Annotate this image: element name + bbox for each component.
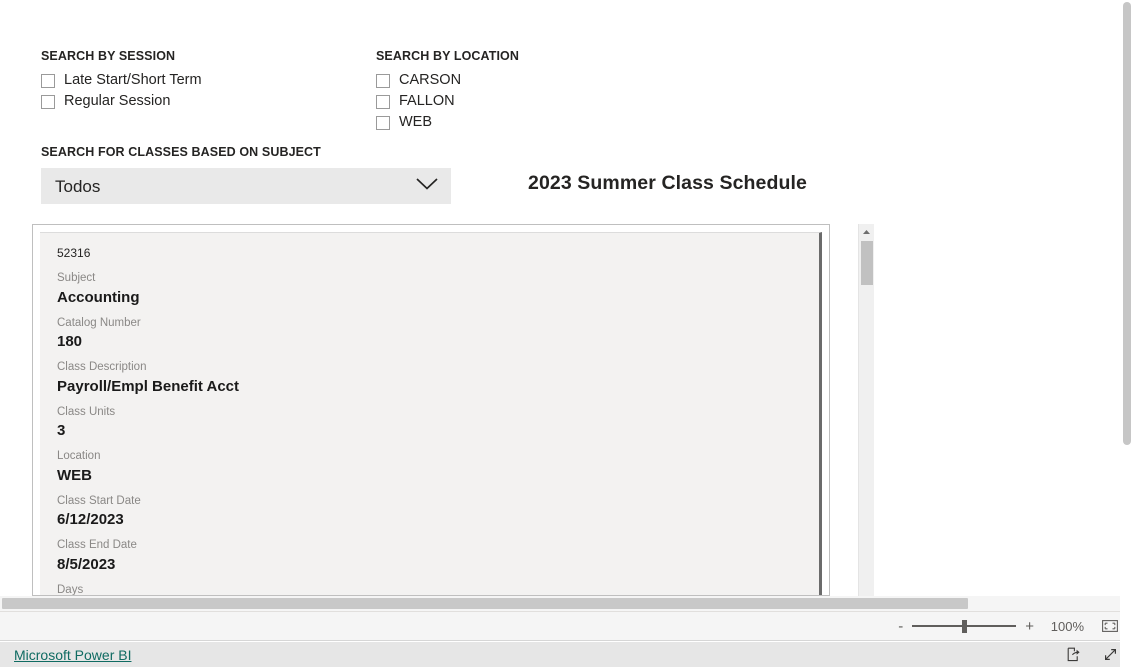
field-label: Class Description [57, 361, 147, 373]
location-slicer-items: CARSON FALLON WEB [376, 70, 519, 133]
slicer-item-fallon[interactable]: FALLON [376, 91, 519, 112]
subject-slicer: SEARCH FOR CLASSES BASED ON SUBJECT Todo… [41, 145, 451, 204]
class-card-field: Catalog Number 180 [57, 316, 819, 350]
field-value: 8/5/2023 [57, 555, 116, 573]
field-label: Location [57, 450, 101, 462]
field-value: 3 [57, 422, 66, 439]
field-value: 6/12/2023 [57, 511, 124, 528]
chevron-down-icon [415, 177, 439, 196]
share-icon[interactable] [1066, 647, 1081, 662]
footer: Microsoft Power BI [0, 642, 1134, 667]
page-title: 2023 Summer Class Schedule [528, 172, 807, 194]
field-label: Catalog Number [57, 316, 141, 329]
zoom-out-button[interactable]: - [898, 619, 903, 634]
slicer-item-label: Late Start/Short Term [64, 72, 202, 89]
field-value: Accounting [57, 288, 140, 306]
class-card: 52316 Subject Accounting Catalog Number … [40, 232, 822, 595]
checkbox-web[interactable] [376, 115, 390, 130]
location-slicer: SEARCH BY LOCATION CARSON FALLON WEB [376, 49, 519, 133]
fullscreen-icon[interactable] [1103, 647, 1118, 662]
subject-dropdown[interactable]: Todos [41, 168, 451, 204]
power-bi-link[interactable]: Microsoft Power BI [14, 648, 131, 662]
class-card-field: Class Description Payroll/Empl Benefit A… [57, 361, 819, 395]
field-label: Class Units [57, 405, 116, 418]
status-bar: - + 100% [0, 611, 1134, 641]
field-value: WEB [57, 466, 92, 484]
checkbox-regular-session[interactable] [41, 94, 55, 109]
field-label: Subject [57, 272, 96, 284]
fit-to-screen-button[interactable] [1102, 619, 1118, 633]
class-card-field: Class Start Date 6/12/2023 [57, 494, 819, 528]
class-card-field: Days N/A [57, 583, 819, 595]
field-value: Payroll/Empl Benefit Acct [57, 377, 239, 395]
browser-scrollbar[interactable] [1120, 0, 1134, 667]
class-card-field: Location WEB [57, 450, 819, 484]
card-vertical-scrollbar[interactable] [858, 224, 874, 596]
checkbox-carson[interactable] [376, 73, 390, 88]
session-slicer-items: Late Start/Short Term Regular Session [41, 70, 202, 112]
slicer-item-label: WEB [399, 114, 433, 131]
field-label: Days [57, 583, 84, 595]
slicer-item-regular-session[interactable]: Regular Session [41, 91, 202, 112]
session-slicer: SEARCH BY SESSION Late Start/Short Term … [41, 49, 202, 112]
location-slicer-header: SEARCH BY LOCATION [376, 49, 520, 63]
class-card-id: 52316 [57, 246, 91, 260]
subject-slicer-header: SEARCH FOR CLASSES BASED ON SUBJECT [41, 145, 321, 159]
checkbox-late-start-short-term[interactable] [41, 73, 55, 88]
zoom-level-label: 100% [1050, 618, 1084, 634]
card-vertical-scrollbar-thumb[interactable] [861, 241, 873, 285]
session-slicer-header: SEARCH BY SESSION [41, 49, 176, 63]
field-value: 180 [57, 333, 83, 350]
zoom-slider[interactable] [912, 619, 1017, 633]
class-card-field: Class Units 3 [57, 405, 819, 439]
slicer-item-carson[interactable]: CARSON [376, 70, 519, 91]
page-horizontal-scrollbar[interactable] [0, 596, 1120, 611]
field-label: Class Start Date [57, 494, 141, 507]
checkbox-fallon[interactable] [376, 94, 390, 109]
slicer-item-label: FALLON [399, 93, 455, 110]
slicer-item-late-start-short-term[interactable]: Late Start/Short Term [41, 70, 202, 91]
slicer-item-web[interactable]: WEB [376, 112, 519, 133]
page-horizontal-scrollbar-thumb[interactable] [2, 598, 968, 609]
zoom-in-button[interactable]: + [1025, 619, 1034, 634]
field-label: Class End Date [57, 539, 137, 551]
slicer-item-label: Regular Session [64, 93, 171, 110]
class-card-field: Class End Date 8/5/2023 [57, 539, 819, 573]
subject-dropdown-value: Todos [55, 176, 101, 196]
zoom-slider-thumb[interactable] [962, 620, 968, 633]
class-card-visual[interactable]: 52316 Subject Accounting Catalog Number … [32, 224, 830, 596]
report-canvas: SEARCH BY SESSION Late Start/Short Term … [0, 0, 1120, 596]
browser-scrollbar-thumb[interactable] [1123, 2, 1131, 445]
slicer-item-label: CARSON [399, 72, 462, 89]
scroll-up-arrow-icon[interactable] [859, 224, 874, 239]
class-card-field: Subject Accounting [57, 272, 819, 306]
